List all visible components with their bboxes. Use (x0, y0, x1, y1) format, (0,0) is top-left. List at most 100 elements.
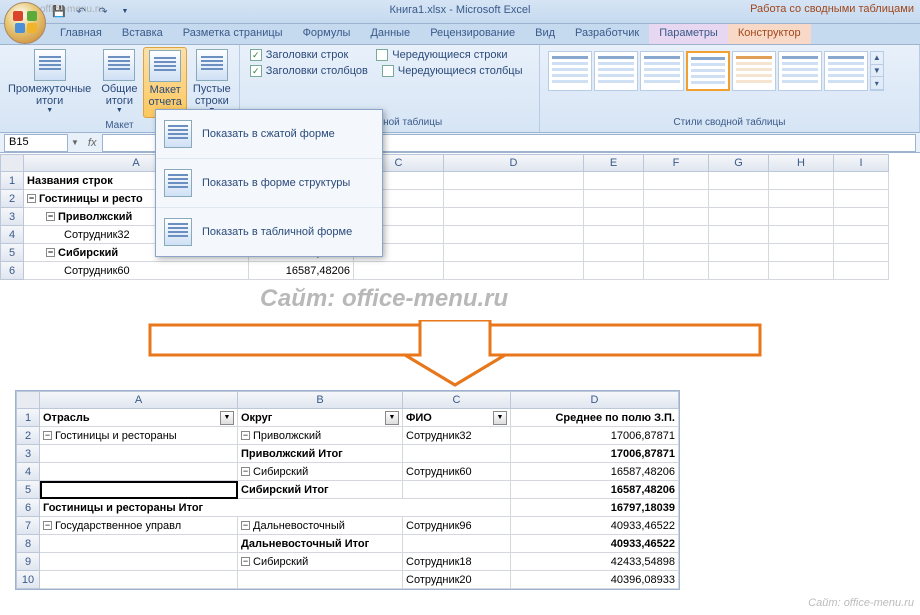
style-preset[interactable] (594, 51, 638, 91)
cell[interactable]: 40933,46522 (511, 517, 679, 535)
cell[interactable] (709, 262, 769, 280)
cell[interactable]: Сотрудник60 (403, 463, 511, 481)
cell[interactable]: 40396,08933 (511, 571, 679, 589)
cell[interactable] (444, 226, 584, 244)
blank-rows-button[interactable]: Пустые строки ▼ (189, 47, 235, 118)
cell[interactable]: Сибирский Итог (238, 481, 403, 499)
cell[interactable]: 17006,87871 (511, 445, 679, 463)
col-headers-checkbox[interactable]: ✓Заголовки столбцов Чередующиеся столбцы (244, 63, 535, 79)
cell[interactable] (709, 244, 769, 262)
row-header[interactable]: 4 (0, 226, 24, 244)
cell[interactable]: 40933,46522 (511, 535, 679, 553)
row-header[interactable]: 9 (16, 553, 40, 571)
cell[interactable] (403, 445, 511, 463)
style-preset[interactable] (640, 51, 684, 91)
col-header[interactable]: G (709, 154, 769, 172)
collapse-icon[interactable]: − (241, 521, 250, 530)
cell[interactable] (584, 244, 644, 262)
cell[interactable] (644, 208, 709, 226)
cell[interactable] (834, 190, 889, 208)
row-header[interactable]: 4 (16, 463, 40, 481)
cell[interactable] (444, 208, 584, 226)
cell[interactable] (709, 208, 769, 226)
cell[interactable]: Сотрудник20 (403, 571, 511, 589)
collapse-icon[interactable]: − (43, 521, 52, 530)
gallery-expand-icon[interactable]: ▾ (871, 77, 883, 90)
cell[interactable]: Сотрудник96 (403, 517, 511, 535)
row-header[interactable]: 1 (0, 172, 24, 190)
cell[interactable] (584, 262, 644, 280)
filter-dropdown-icon[interactable]: ▼ (220, 411, 234, 425)
cell[interactable] (834, 172, 889, 190)
row-header[interactable]: 8 (16, 535, 40, 553)
cell[interactable] (444, 190, 584, 208)
tab-review[interactable]: Рецензирование (420, 24, 525, 44)
collapse-icon[interactable]: − (241, 467, 250, 476)
collapse-icon[interactable]: − (241, 557, 250, 566)
cell[interactable]: Сотрудник32 (403, 427, 511, 445)
cell[interactable] (40, 553, 238, 571)
cell[interactable]: 16587,48206 (511, 463, 679, 481)
office-button[interactable] (4, 2, 46, 44)
cell[interactable]: −Приволжский (238, 427, 403, 445)
cell[interactable] (834, 262, 889, 280)
cell[interactable] (584, 172, 644, 190)
tab-view[interactable]: Вид (525, 24, 565, 44)
style-preset[interactable] (548, 51, 592, 91)
filter-dropdown-icon[interactable]: ▼ (493, 411, 507, 425)
cell[interactable] (769, 262, 834, 280)
cell[interactable] (354, 262, 444, 280)
cell[interactable]: 42433,54898 (511, 553, 679, 571)
cell[interactable] (834, 226, 889, 244)
cell[interactable]: 16797,18039 (511, 499, 679, 517)
cell[interactable] (444, 172, 584, 190)
cell[interactable]: Приволжский Итог (238, 445, 403, 463)
col-header[interactable]: B (238, 391, 403, 409)
row-header[interactable]: 3 (0, 208, 24, 226)
cell[interactable] (403, 535, 511, 553)
cell[interactable] (769, 172, 834, 190)
col-header[interactable]: C (403, 391, 511, 409)
cell[interactable] (834, 244, 889, 262)
cell[interactable] (584, 226, 644, 244)
collapse-icon[interactable]: − (46, 212, 55, 221)
cell[interactable] (584, 208, 644, 226)
tab-page-layout[interactable]: Разметка страницы (173, 24, 293, 44)
cell[interactable] (444, 262, 584, 280)
cell[interactable] (644, 226, 709, 244)
namebox-dropdown-icon[interactable]: ▼ (68, 138, 82, 147)
col-header[interactable]: D (511, 391, 679, 409)
cell[interactable] (40, 463, 238, 481)
qat-customize-icon[interactable]: ▼ (116, 3, 134, 21)
pivot-header[interactable]: Отрасль▼ (40, 409, 238, 427)
tab-design[interactable]: Конструктор (728, 24, 811, 44)
scroll-up-icon[interactable]: ▲ (871, 52, 883, 65)
gallery-scroll[interactable]: ▲▼▾ (870, 51, 884, 91)
cell[interactable] (834, 208, 889, 226)
cell[interactable] (769, 244, 834, 262)
row-header[interactable]: 3 (16, 445, 40, 463)
col-header[interactable]: F (644, 154, 709, 172)
cell[interactable] (40, 571, 238, 589)
cell[interactable] (403, 481, 511, 499)
row-header[interactable]: 6 (0, 262, 24, 280)
scroll-down-icon[interactable]: ▼ (871, 65, 883, 78)
fx-icon[interactable]: fx (82, 137, 103, 149)
col-header[interactable]: A (40, 391, 238, 409)
cell[interactable]: 16587,48206 (511, 481, 679, 499)
tab-data[interactable]: Данные (360, 24, 420, 44)
row-headers-checkbox[interactable]: ✓Заголовки строк Чередующиеся строки (244, 47, 535, 63)
cell[interactable] (769, 226, 834, 244)
col-header[interactable]: H (769, 154, 834, 172)
cell[interactable] (644, 262, 709, 280)
menu-outline-form[interactable]: Показать в форме структуры (156, 159, 382, 208)
grand-totals-button[interactable]: Общие итоги ▼ (97, 47, 141, 118)
menu-compact-form[interactable]: Показать в сжатой форме (156, 110, 382, 159)
cell[interactable]: Гостиницы и рестораны Итог (40, 499, 511, 517)
col-header[interactable]: I (834, 154, 889, 172)
cell[interactable]: 16587,48206 (249, 262, 354, 280)
subtotals-button[interactable]: Промежуточные итоги ▼ (4, 47, 95, 118)
row-header[interactable]: 1 (16, 409, 40, 427)
cell[interactable]: −Гостиницы и рестораны (40, 427, 238, 445)
col-header[interactable]: D (444, 154, 584, 172)
